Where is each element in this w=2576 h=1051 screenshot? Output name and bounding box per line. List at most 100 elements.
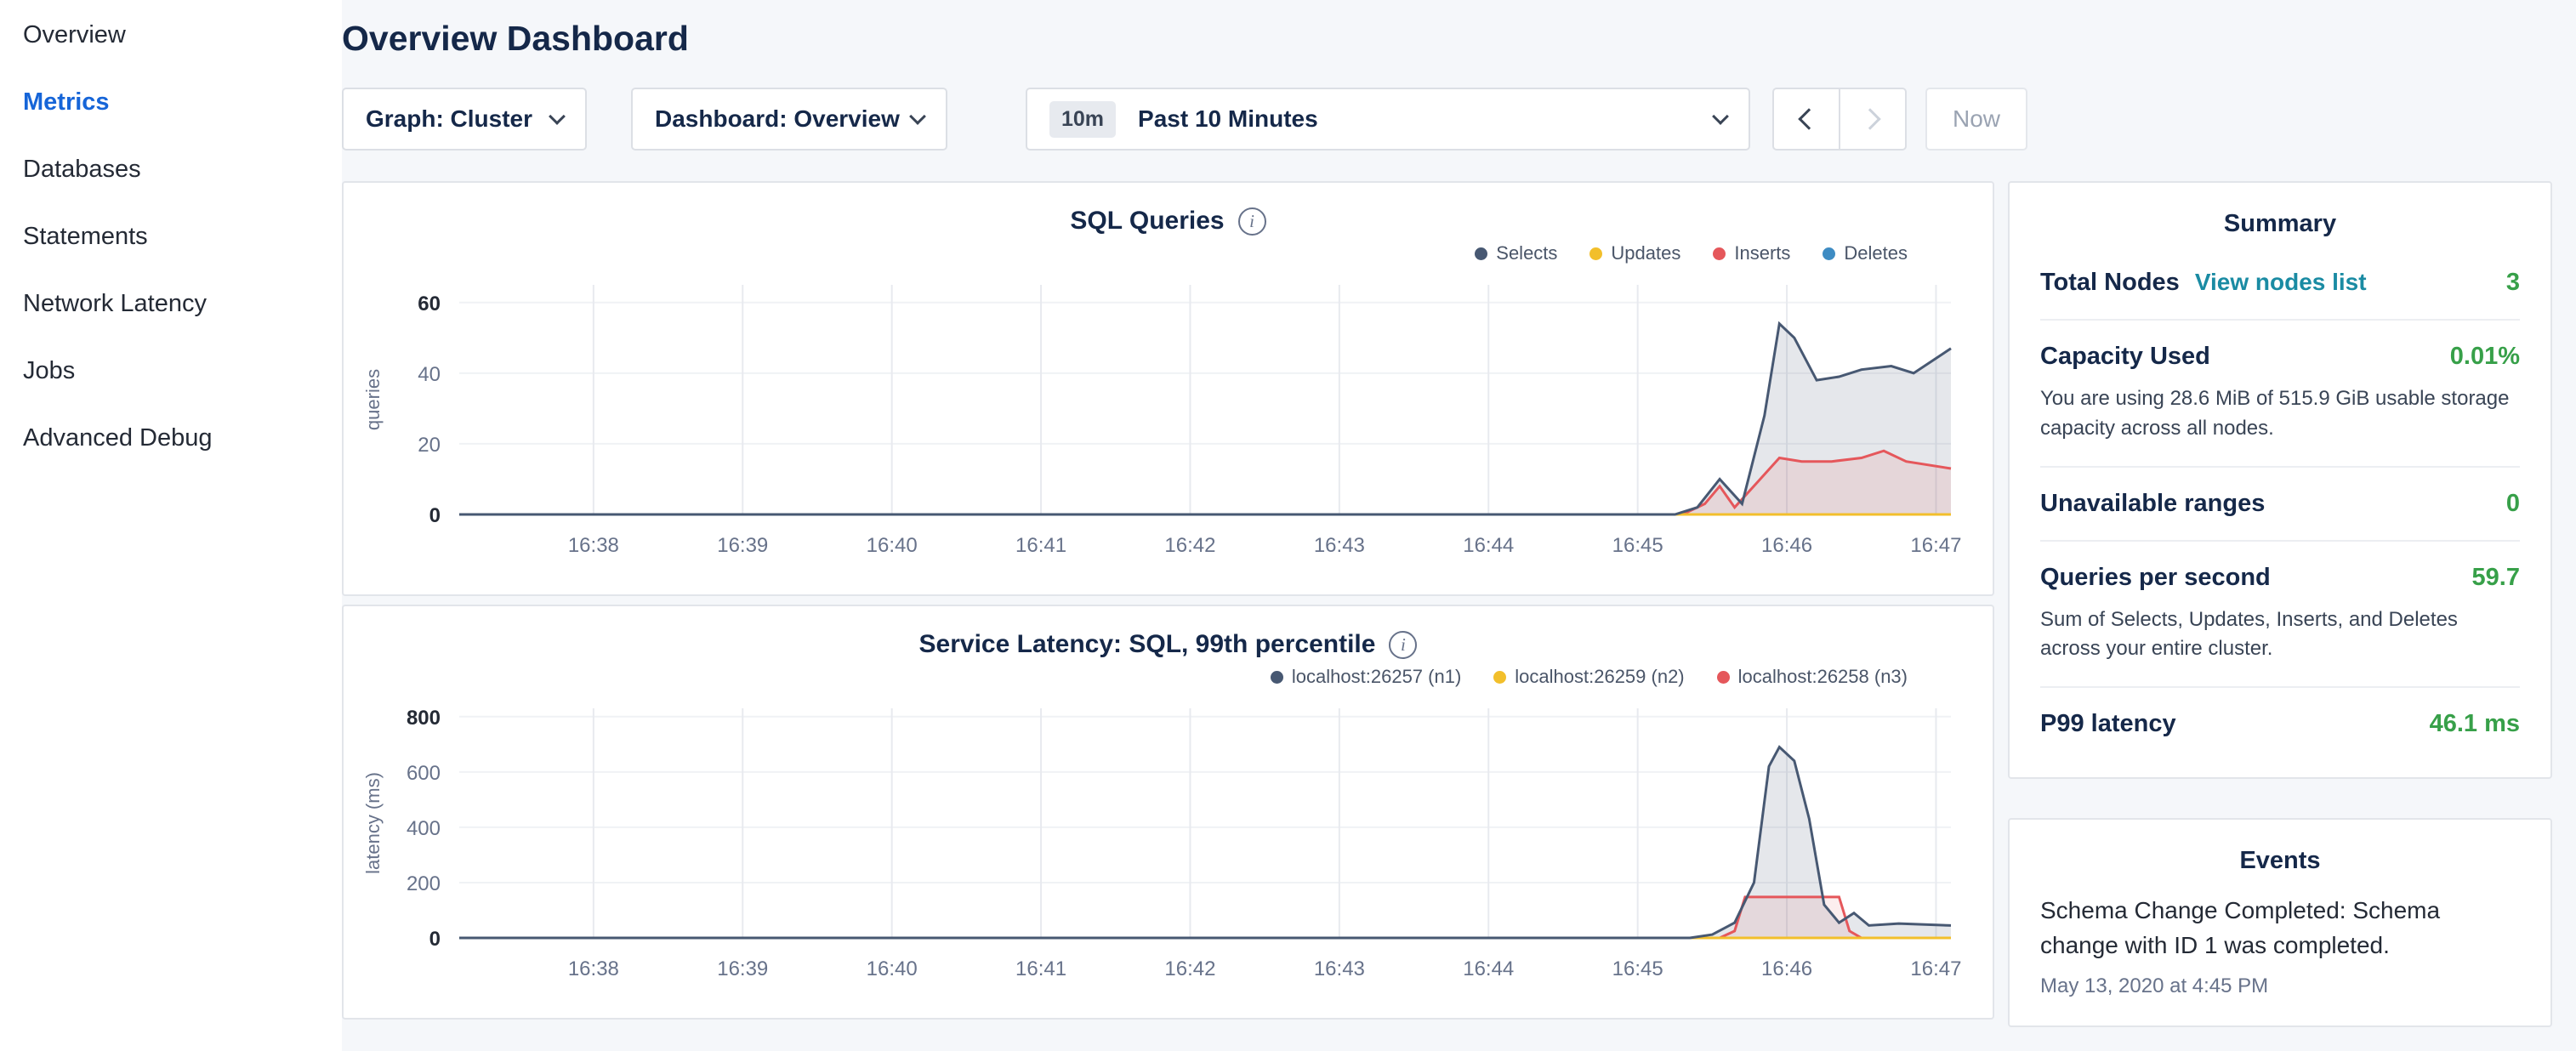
sidebar-item-metrics[interactable]: Metrics [0,69,342,136]
svg-text:600: 600 [407,762,441,785]
svg-text:16:38: 16:38 [568,534,619,557]
chart-header: SQL Queries i [344,207,1993,236]
summary-row-total-nodes: Total Nodes View nodes list 3 [2040,247,2520,321]
summary-row-value: 0.01% [2450,343,2520,371]
svg-text:800: 800 [407,707,441,730]
summary-row-description: Sum of Selects, Updates, Inserts, and De… [2040,605,2520,665]
sidebar-item-databases[interactable]: Databases [0,136,342,203]
summary-row-label: Total Nodes [2040,269,2180,297]
legend-item: Inserts [1713,242,1790,264]
chevron-down-icon [909,108,926,125]
sidebar-item-statements[interactable]: Statements [0,203,342,270]
svg-text:16:46: 16:46 [1761,534,1812,557]
charts-column: SQL Queries i Selects Updates Inserts Delet… [342,181,1994,1020]
svg-text:40: 40 [418,363,441,386]
svg-text:16:41: 16:41 [1015,957,1066,980]
svg-text:20: 20 [418,434,441,457]
legend-item: Updates [1589,242,1680,264]
sidebar-item-advanced-debug[interactable]: Advanced Debug [0,405,342,472]
svg-text:0: 0 [429,504,441,527]
right-column: Summary Total Nodes View nodes list 3 Ca… [2008,181,2552,1027]
svg-text:60: 60 [418,293,441,315]
chart-title: SQL Queries [1070,207,1224,236]
legend-dot-icon [1589,247,1602,260]
dashboard-dropdown-label: Dashboard: Overview [655,105,900,133]
sidebar-item-overview[interactable]: Overview [0,2,342,69]
page-title: Overview Dashboard [342,19,2552,59]
chevron-left-icon [1798,108,1819,129]
svg-text:16:39: 16:39 [717,534,768,557]
legend-dot-icon [1823,247,1835,260]
time-range-label: Past 10 Minutes [1138,105,1318,133]
time-range-picker[interactable]: 10m Past 10 Minutes [1026,88,1750,151]
nodes-list-link[interactable]: View nodes list [2195,269,2367,296]
now-button[interactable]: Now [1925,88,2027,151]
chart-legend: localhost:26257 (n1) localhost:26259 (n2)… [344,666,1908,688]
svg-text:16:40: 16:40 [867,957,918,980]
dashboard-dropdown[interactable]: Dashboard: Overview [631,88,947,151]
sidebar-item-network-latency[interactable]: Network Latency [0,270,342,338]
chart-card-sql-queries: SQL Queries i Selects Updates Inserts Delet… [342,181,1994,596]
main-content: Overview Dashboard Graph: Cluster Dashbo… [342,0,2576,1051]
legend-dot-icon [1475,247,1487,260]
svg-text:16:40: 16:40 [867,534,918,557]
summary-row-value: 46.1 ms [2430,710,2520,738]
chart-title: Service Latency: SQL, 99th percentile [919,630,1376,659]
chart-header: Service Latency: SQL, 99th percentile i [344,630,1993,659]
svg-text:16:44: 16:44 [1463,534,1514,557]
svg-text:16:45: 16:45 [1612,534,1663,557]
summary-row-value: 59.7 [2472,564,2520,592]
info-icon[interactable]: i [1238,207,1266,236]
dashboard-content: SQL Queries i Selects Updates Inserts Delet… [342,181,2552,1027]
event-text: Schema Change Completed: Schema change w… [2040,894,2520,963]
summary-row-label: Unavailable ranges [2040,490,2265,518]
summary-row-capacity-used: Capacity Used 0.01% You are using 28.6 M… [2040,321,2520,468]
svg-text:16:42: 16:42 [1164,957,1215,980]
chart-canvas: 16:3816:3916:4016:4116:4216:4316:4416:45… [344,278,1993,574]
summary-row-description: You are using 28.6 MiB of 515.9 GiB usab… [2040,384,2520,444]
info-icon[interactable]: i [1389,631,1417,659]
events-panel: Events Schema Change Completed: Schema c… [2008,818,2552,1027]
graph-dropdown[interactable]: Graph: Cluster [342,88,587,151]
svg-text:latency (ms): latency (ms) [362,772,384,874]
legend-dot-icon [1717,671,1730,684]
summary-row-unavailable-ranges: Unavailable ranges 0 [2040,468,2520,542]
summary-row-label: P99 latency [2040,710,2176,738]
chart-canvas: 16:3816:3916:4016:4116:4216:4316:4416:45… [344,702,1993,997]
svg-text:queries: queries [362,369,384,430]
legend-dot-icon [1713,247,1726,260]
event-timestamp: May 13, 2020 at 4:45 PM [2040,974,2520,998]
legend-item: localhost:26257 (n1) [1271,666,1461,688]
svg-text:0: 0 [429,928,441,951]
next-time-button[interactable] [1839,88,1907,151]
legend-dot-icon [1493,671,1506,684]
sidebar: Overview Metrics Databases Statements Ne… [0,0,342,1051]
svg-text:16:43: 16:43 [1314,534,1365,557]
graph-dropdown-label: Graph: Cluster [366,105,532,133]
svg-text:16:41: 16:41 [1015,534,1066,557]
svg-text:16:47: 16:47 [1910,957,1961,980]
summary-row-value: 0 [2506,490,2520,518]
page: Overview Metrics Databases Statements Ne… [0,0,2576,1051]
summary-row-value: 3 [2506,269,2520,297]
legend-item: localhost:26258 (n3) [1717,666,1908,688]
prev-time-button[interactable] [1772,88,1840,151]
time-shortcut-badge: 10m [1049,101,1116,138]
summary-row-queries-per-second: Queries per second 59.7 Sum of Selects, … [2040,542,2520,689]
summary-panel-title: Summary [2040,210,2520,238]
sidebar-item-jobs[interactable]: Jobs [0,338,342,405]
chevron-down-icon [1712,108,1729,125]
svg-text:16:46: 16:46 [1761,957,1812,980]
svg-text:16:39: 16:39 [717,957,768,980]
svg-text:16:38: 16:38 [568,957,619,980]
event-item: Schema Change Completed: Schema change w… [2040,894,2520,998]
legend-dot-icon [1271,671,1283,684]
svg-text:200: 200 [407,872,441,895]
legend-item: Selects [1475,242,1557,264]
svg-text:16:47: 16:47 [1910,534,1961,557]
summary-row-label: Queries per second [2040,564,2271,592]
summary-row-p99-latency: P99 latency 46.1 ms [2040,688,2520,750]
legend-item: Deletes [1823,242,1908,264]
legend-item: localhost:26259 (n2) [1493,666,1684,688]
chevron-right-icon [1859,108,1880,129]
